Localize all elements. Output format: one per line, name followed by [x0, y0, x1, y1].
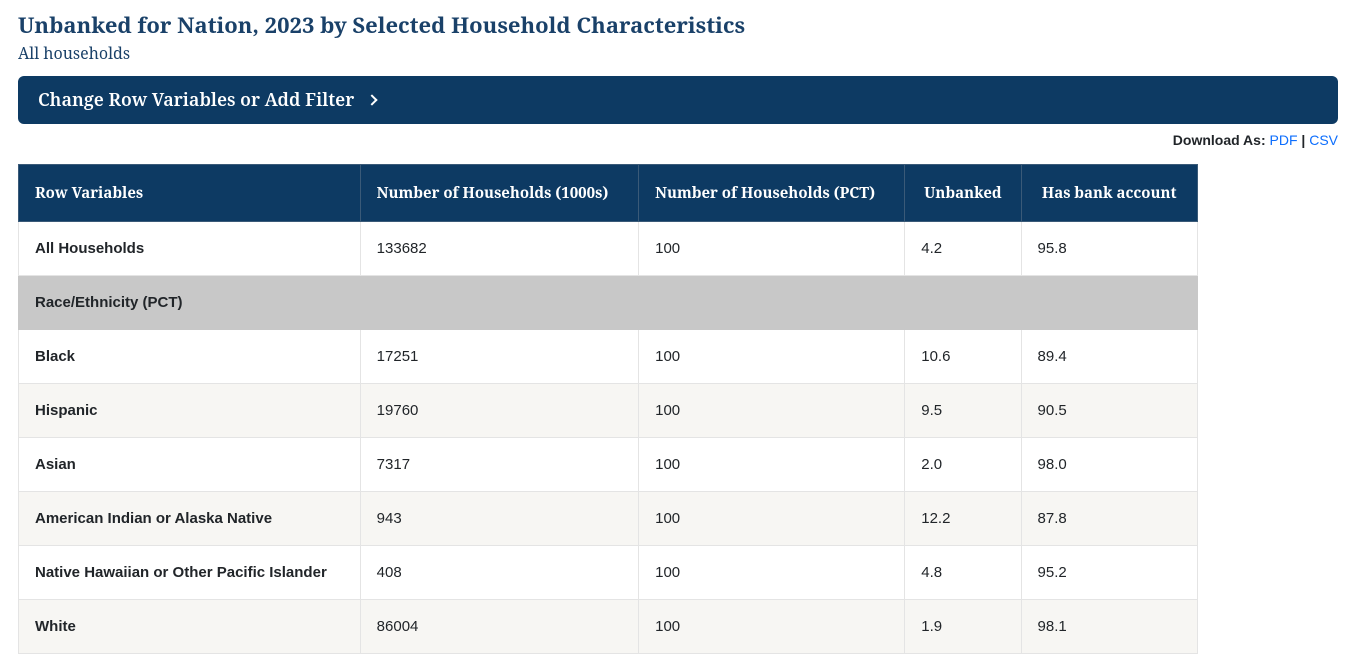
download-row: Download As: PDF | CSV [18, 132, 1338, 148]
cell: 4.8 [905, 546, 1021, 600]
cell: 1.9 [905, 600, 1021, 654]
row-label: American Indian or Alaska Native [19, 492, 361, 546]
col-households-pct: Number of Households (PCT) [639, 165, 905, 222]
cell: 4.2 [905, 222, 1021, 276]
cell: 133682 [360, 222, 638, 276]
cell: 90.5 [1021, 384, 1197, 438]
row-label: Native Hawaiian or Other Pacific Islande… [19, 546, 361, 600]
col-unbanked: Unbanked [905, 165, 1021, 222]
cell: 7317 [360, 438, 638, 492]
chevron-right-icon [367, 94, 378, 105]
table-header-row: Row Variables Number of Households (1000… [19, 165, 1198, 222]
row-label: White [19, 600, 361, 654]
change-row-variables-button[interactable]: Change Row Variables or Add Filter [18, 76, 1338, 124]
cell: 19760 [360, 384, 638, 438]
row-label: Asian [19, 438, 361, 492]
change-row-variables-label: Change Row Variables or Add Filter [38, 88, 354, 112]
cell: 2.0 [905, 438, 1021, 492]
table-row: White 86004 100 1.9 98.1 [19, 600, 1198, 654]
col-row-variables: Row Variables [19, 165, 361, 222]
col-has-bank-account: Has bank account [1021, 165, 1197, 222]
col-households-1000s: Number of Households (1000s) [360, 165, 638, 222]
data-table: Row Variables Number of Households (1000… [18, 164, 1198, 654]
cell: 12.2 [905, 492, 1021, 546]
table-row: All Households 133682 100 4.2 95.8 [19, 222, 1198, 276]
cell: 98.1 [1021, 600, 1197, 654]
cell: 10.6 [905, 330, 1021, 384]
section-row: Race/Ethnicity (PCT) [19, 276, 1198, 330]
page-title: Unbanked for Nation, 2023 by Selected Ho… [18, 10, 1338, 40]
cell: 87.8 [1021, 492, 1197, 546]
row-label: Hispanic [19, 384, 361, 438]
cell: 86004 [360, 600, 638, 654]
cell: 17251 [360, 330, 638, 384]
row-label: All Households [19, 222, 361, 276]
table-row: Native Hawaiian or Other Pacific Islande… [19, 546, 1198, 600]
row-label: Black [19, 330, 361, 384]
cell: 100 [639, 384, 905, 438]
download-csv-link[interactable]: CSV [1309, 132, 1338, 148]
page-subtitle: All households [18, 42, 1338, 64]
cell: 100 [639, 330, 905, 384]
cell: 943 [360, 492, 638, 546]
section-header: Race/Ethnicity (PCT) [19, 276, 1198, 330]
table-row: Black 17251 100 10.6 89.4 [19, 330, 1198, 384]
download-pdf-link[interactable]: PDF [1270, 132, 1298, 148]
cell: 100 [639, 546, 905, 600]
cell: 408 [360, 546, 638, 600]
table-row: Hispanic 19760 100 9.5 90.5 [19, 384, 1198, 438]
separator: | [1298, 132, 1310, 148]
cell: 100 [639, 492, 905, 546]
cell: 95.2 [1021, 546, 1197, 600]
cell: 100 [639, 438, 905, 492]
table-row: American Indian or Alaska Native 943 100… [19, 492, 1198, 546]
cell: 89.4 [1021, 330, 1197, 384]
table-row: Asian 7317 100 2.0 98.0 [19, 438, 1198, 492]
cell: 100 [639, 600, 905, 654]
cell: 9.5 [905, 384, 1021, 438]
cell: 100 [639, 222, 905, 276]
cell: 95.8 [1021, 222, 1197, 276]
download-label: Download As: [1173, 132, 1266, 148]
cell: 98.0 [1021, 438, 1197, 492]
